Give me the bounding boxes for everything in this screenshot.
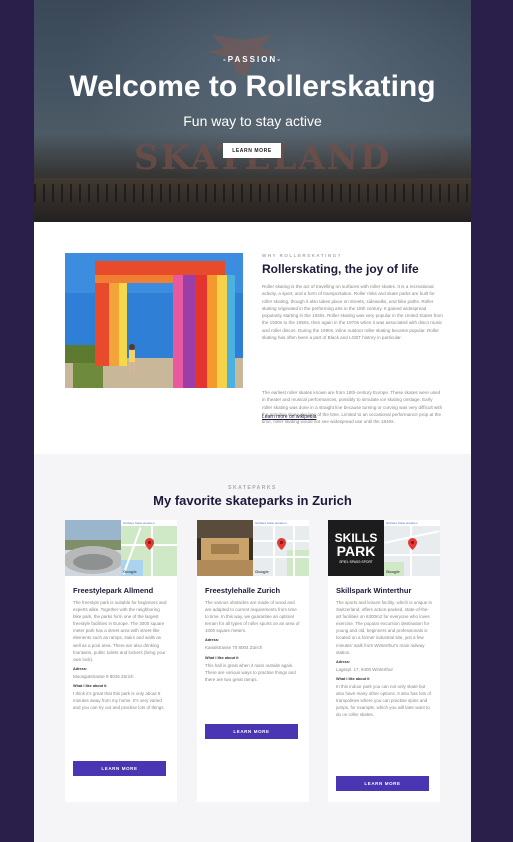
skateparks-section: SKATEPARKS My favorite skateparks in Zur…: [34, 454, 471, 842]
wikipedia-link[interactable]: Learn more on wikipedia: [262, 414, 316, 420]
card-like-label: What I like about it: [336, 676, 370, 681]
card-address: Kanalstrasse 70 8004 Zürich: [205, 645, 263, 651]
about-title: Rollerskating, the joy of life: [262, 262, 419, 276]
google-logo: Google: [386, 569, 400, 574]
google-logo: Google: [123, 569, 137, 574]
skatepark-bowl-photo: [65, 520, 121, 576]
skateparks-kicker: SKATEPARKS: [228, 485, 277, 491]
card-body: Freestylehalle Zurich The various obstac…: [205, 586, 301, 683]
card-like-text: In this indoor park you can not only ska…: [336, 683, 432, 718]
hero-kicker: -PASSION-: [223, 55, 282, 64]
hero-learn-more-button[interactable]: LEARN MORE: [223, 143, 281, 158]
card-body: Skillspark Winterthur The sports and lei…: [336, 586, 432, 718]
park-card-freestylehalle: Größere Karte ansehen Google Freestyleha…: [197, 520, 309, 802]
logo-line-2: PARK: [336, 543, 376, 559]
card-address: Moosgutstrasse 9 8045 Zürich: [73, 673, 134, 679]
park-map[interactable]: Größere Karte ansehen Google: [384, 520, 440, 576]
google-logo: Google: [255, 569, 269, 574]
map-larger-link[interactable]: Größere Karte ansehen: [253, 520, 309, 526]
park-map[interactable]: Größere Karte ansehen Google: [253, 520, 309, 576]
card-address-label: Adress:: [73, 666, 88, 671]
card-title: Skillspark Winterthur: [336, 586, 412, 595]
skillspark-logo: SKILLS PARK SPIEL·SPASS·SPORT: [328, 520, 384, 576]
card-title: Freestylehalle Zurich: [205, 586, 281, 595]
hero-title: Welcome to Rollerskating: [69, 70, 436, 103]
card-media: Größere Karte ansehen Google: [197, 520, 309, 576]
card-address-label: Adress:: [336, 659, 351, 664]
about-section: WHY ROLLERSKATING? Rollerskating, the jo…: [34, 222, 471, 454]
card-description: The freestyle park is suitable for begin…: [73, 600, 167, 662]
map-larger-link[interactable]: Größere Karte ansehen: [384, 520, 440, 526]
map-pin-icon: [408, 538, 417, 550]
card-title: Freestylepark Allmend: [73, 586, 154, 595]
hero-overlay: [34, 0, 471, 222]
card-media: SKILLS PARK SPIEL·SPASS·SPORT Größere Ka…: [328, 520, 440, 576]
indoor-hall-photo: [197, 520, 253, 576]
skateparks-title: My favorite skateparks in Zurich: [153, 493, 352, 508]
hero-subtitle: Fun way to stay active: [183, 113, 322, 129]
card-body: Freestylepark Allmend The freestyle park…: [73, 586, 169, 711]
about-paragraph-1: Roller skating is the act of travelling …: [262, 284, 443, 341]
map-larger-link[interactable]: Größere Karte ansehen: [121, 520, 177, 526]
page: SKATELAND -PASSION- Welcome to Rollerska…: [34, 0, 471, 842]
learn-more-button-skillspark[interactable]: LEARN MORE: [336, 776, 429, 791]
card-media: Größere Karte ansehen Google: [65, 520, 177, 576]
card-like-label: What I like about it: [73, 683, 107, 688]
card-description: The sports and leisure facility, which i…: [336, 600, 432, 655]
arch-illustration: [65, 253, 243, 388]
about-paragraph-2: The earliest roller skates known are fro…: [262, 390, 443, 425]
learn-more-button-allmend[interactable]: LEARN MORE: [73, 761, 166, 776]
colorful-arch-photo: [65, 253, 243, 388]
learn-more-button-freestylehalle[interactable]: LEARN MORE: [205, 724, 298, 739]
park-card-skillspark: SKILLS PARK SPIEL·SPASS·SPORT Größere Ka…: [328, 520, 440, 802]
card-like-text: This hall is great when it rains outside…: [205, 662, 296, 682]
card-address: Lagerpl. 17, 8400 Winterthur: [336, 666, 394, 672]
map-pin-icon: [145, 538, 154, 550]
about-kicker: WHY ROLLERSKATING?: [262, 253, 342, 258]
park-map[interactable]: Größere Karte ansehen Google: [121, 520, 177, 576]
park-card-allmend: Größere Karte ansehen Google Freestylepa…: [65, 520, 177, 802]
hero-section: SKATELAND -PASSION- Welcome to Rollerska…: [34, 0, 471, 222]
card-like-label: What I like about it: [205, 655, 239, 660]
card-description: The various obstacles are made of wood a…: [205, 600, 300, 634]
logo-tagline: SPIEL·SPASS·SPORT: [339, 560, 373, 564]
card-address-label: Adress:: [205, 638, 220, 643]
card-like-text: I think it's great that this park is onl…: [73, 690, 165, 711]
map-pin-icon: [277, 538, 286, 550]
